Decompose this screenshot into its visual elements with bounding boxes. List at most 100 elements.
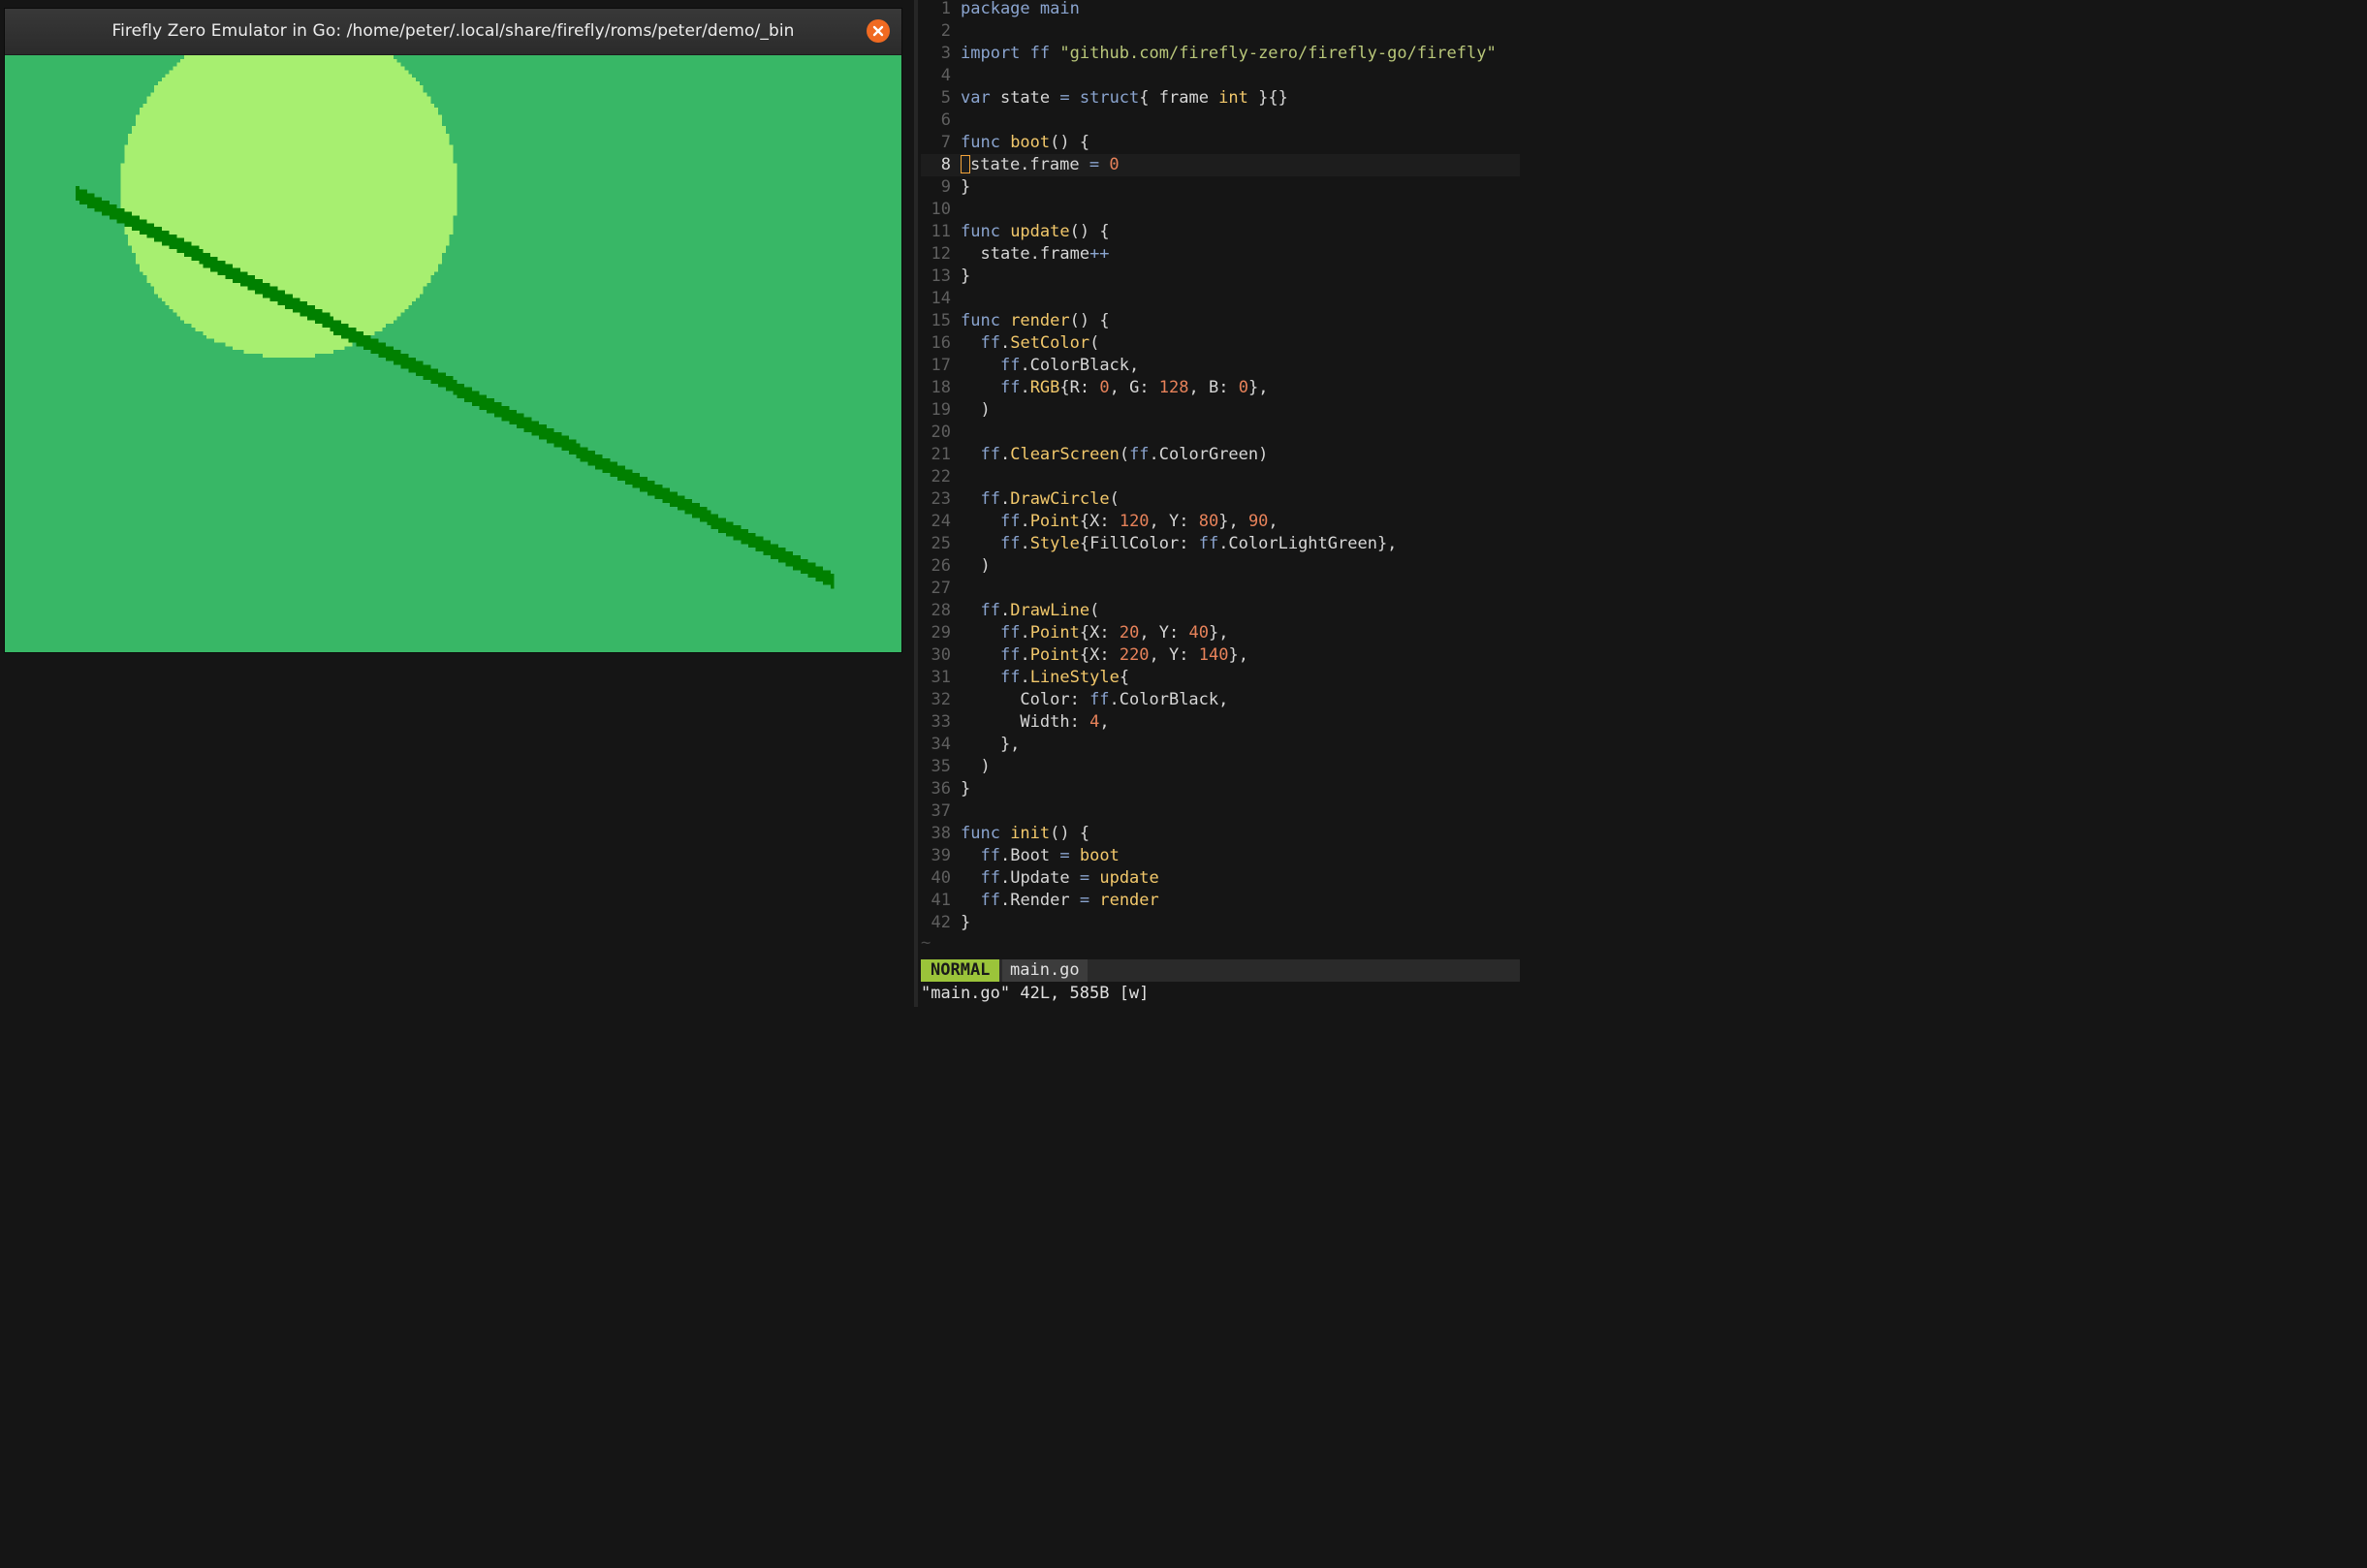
code-token: .Render <box>999 891 1080 910</box>
code-token: 128 <box>1158 378 1189 397</box>
line-number: 42 <box>931 913 951 932</box>
code-token: update <box>1099 868 1159 888</box>
code-line[interactable]: 32 Color: ff.ColorBlack, <box>921 689 1520 711</box>
code-line[interactable]: 10 <box>921 199 1520 221</box>
code-token: DrawCircle <box>1010 489 1110 509</box>
code-token: Width: <box>961 712 1090 732</box>
code-line[interactable]: 42} <box>921 912 1520 934</box>
code-token: .ColorGreen) <box>1149 445 1269 464</box>
code-token: Point <box>1029 623 1080 643</box>
emulator-screen[interactable] <box>5 55 901 652</box>
code-line[interactable]: 27 <box>921 578 1520 600</box>
code-line[interactable]: 7 func boot() { <box>921 132 1520 154</box>
code-token: . <box>1020 668 1030 687</box>
line-code: ff.ClearScreen(ff.ColorGreen) <box>961 444 1268 466</box>
code-token: ff <box>980 489 1000 509</box>
code-token: state <box>999 88 1060 108</box>
code-line[interactable]: 33 Width: 4, <box>921 711 1520 734</box>
code-token: ff <box>999 356 1021 375</box>
line-code: ff.SetColor( <box>961 332 1099 355</box>
pane-divider[interactable] <box>914 0 918 1007</box>
close-button[interactable] <box>867 19 890 43</box>
code-line[interactable]: 26 ) <box>921 555 1520 578</box>
code-line[interactable]: 22 <box>921 466 1520 488</box>
code-token: ) <box>961 757 991 776</box>
line-number: 1 <box>940 0 951 18</box>
line-code: package main <box>961 0 1080 20</box>
code-line[interactable]: 16 ff.SetColor( <box>921 332 1520 355</box>
code-line[interactable]: 9} <box>921 176 1520 199</box>
code-line[interactable]: 3 import ff "github.com/firefly-zero/fire… <box>921 43 1520 65</box>
code-line[interactable]: 6 <box>921 110 1520 132</box>
command-line[interactable]: "main.go" 42L, 585B [w] <box>921 983 1520 1005</box>
code-line[interactable]: 35 ) <box>921 756 1520 778</box>
code-line[interactable]: 4 <box>921 65 1520 87</box>
line-number: 5 <box>940 88 951 108</box>
line-number: 40 <box>931 868 951 888</box>
code-line[interactable]: 14 <box>921 288 1520 310</box>
code-line[interactable]: 24 ff.Point{X: 120, Y: 80}, 90, <box>921 511 1520 533</box>
code-token: ff <box>1089 690 1110 709</box>
code-token: 80 <box>1198 512 1219 531</box>
text-cursor <box>961 155 970 173</box>
emulator-window: Firefly Zero Emulator in Go: /home/peter… <box>5 9 901 652</box>
code-token: ff <box>980 445 1000 464</box>
code-token: {R: <box>1059 378 1100 397</box>
code-line[interactable]: 17 ff.ColorBlack, <box>921 355 1520 377</box>
code-line[interactable]: 38 func init() { <box>921 823 1520 845</box>
line-number: 3 <box>940 44 951 63</box>
code-token: ff <box>1129 445 1150 464</box>
code-token: ff <box>980 601 1000 620</box>
code-line[interactable]: 19 ) <box>921 399 1520 422</box>
code-line[interactable]: 18 ff.RGB{R: 0, G: 128, B: 0}, <box>921 377 1520 399</box>
code-token: ) <box>961 400 991 420</box>
code-token: ff <box>980 891 1000 910</box>
code-token: , B: <box>1188 378 1239 397</box>
code-line[interactable]: 1 package main <box>921 0 1520 20</box>
filename-indicator: main.go <box>1002 959 1088 982</box>
code-line[interactable]: 5 var state = struct{ frame int }{} <box>921 87 1520 110</box>
code-line[interactable]: 23 ff.DrawCircle( <box>921 488 1520 511</box>
code-line[interactable]: 11 func update() { <box>921 221 1520 243</box>
line-number: 15 <box>931 311 951 330</box>
code-line[interactable]: 15 func render() { <box>921 310 1520 332</box>
code-token: {X: <box>1079 645 1120 665</box>
code-line[interactable]: 31 ff.LineStyle{ <box>921 667 1520 689</box>
line-number: 18 <box>931 378 951 397</box>
code-line[interactable]: 36} <box>921 778 1520 800</box>
code-line[interactable]: 37 <box>921 800 1520 823</box>
code-line[interactable]: 29 ff.Point{X: 20, Y: 40}, <box>921 622 1520 644</box>
line-code: func render() { <box>961 310 1110 332</box>
line-code: ff.Update = update <box>961 867 1159 890</box>
line-code: func boot() { <box>961 132 1089 154</box>
code-line[interactable]: 41 ff.Render = render <box>921 890 1520 912</box>
code-token: func <box>961 311 1011 330</box>
line-number: 10 <box>931 200 951 219</box>
line-code: state.frame = 0 <box>961 154 1120 176</box>
code-line[interactable]: 28 ff.DrawLine( <box>921 600 1520 622</box>
code-line[interactable]: 12 state.frame++ <box>921 243 1520 266</box>
code-editor[interactable]: 1 package main 2 3 import ff "github.com/fir… <box>921 0 1520 957</box>
close-icon <box>872 25 884 37</box>
code-line[interactable]: 21 ff.ClearScreen(ff.ColorGreen) <box>921 444 1520 466</box>
code-line[interactable]: 30 ff.Point{X: 220, Y: 140}, <box>921 644 1520 667</box>
code-token: boot <box>1079 846 1120 865</box>
emulator-titlebar[interactable]: Firefly Zero Emulator in Go: /home/peter… <box>5 9 901 55</box>
code-line[interactable]: 39 ff.Boot = boot <box>921 845 1520 867</box>
code-line[interactable]: 13} <box>921 266 1520 288</box>
line-number: 4 <box>940 66 951 85</box>
code-token: }, <box>1228 645 1248 665</box>
code-line[interactable]: 34 }, <box>921 734 1520 756</box>
line-code: Width: 4, <box>961 711 1109 734</box>
code-line[interactable]: 20 <box>921 422 1520 444</box>
code-line[interactable]: 25 ff.Style{FillColor: ff.ColorLightGree… <box>921 533 1520 555</box>
line-number: 13 <box>931 267 951 286</box>
code-line[interactable]: 8 state.frame = 0 <box>921 154 1520 176</box>
line-number: 39 <box>931 846 951 865</box>
code-token: int <box>1218 88 1248 108</box>
code-token: 4 <box>1089 712 1100 732</box>
line-number: 35 <box>931 757 951 776</box>
code-line[interactable]: 40 ff.Update = update <box>921 867 1520 890</box>
code-line[interactable]: 2 <box>921 20 1520 43</box>
code-token: 20 <box>1119 623 1140 643</box>
